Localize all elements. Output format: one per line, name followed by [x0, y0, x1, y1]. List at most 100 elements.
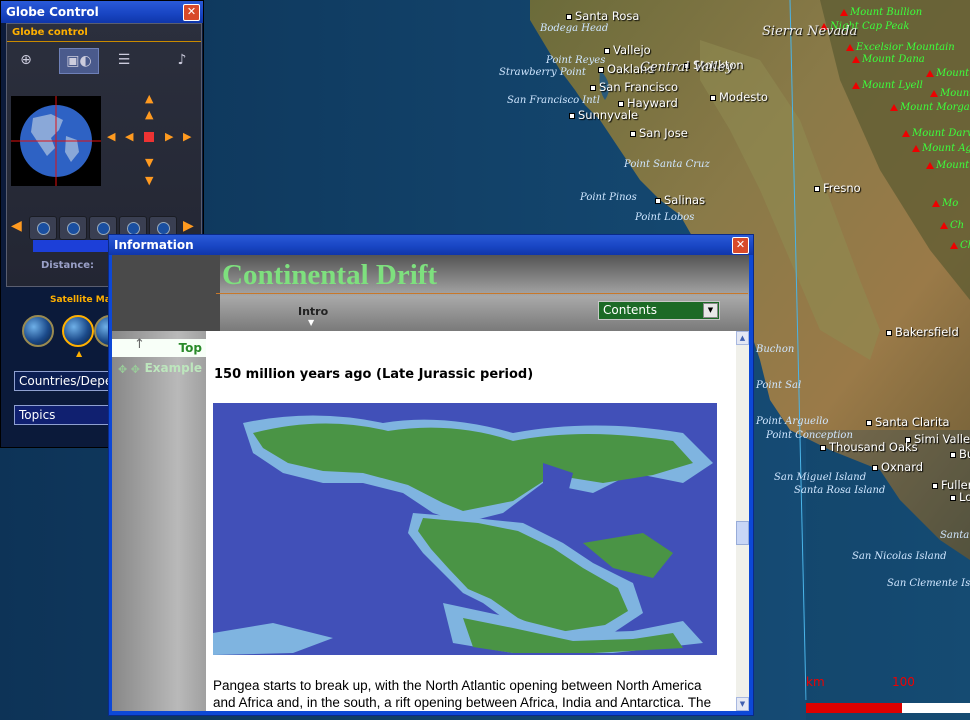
continental-drift-map	[213, 403, 717, 655]
mountain-label[interactable]: Mount Bullion	[840, 7, 922, 18]
feature-label[interactable]: Point Arguello	[756, 416, 828, 427]
sierra-label: Sierra Nevada	[762, 24, 858, 39]
city-marker-icon	[932, 482, 938, 489]
city-marker-icon	[655, 197, 661, 204]
mountain-label[interactable]: Mount Ag	[912, 143, 970, 154]
feature-label[interactable]: Point Lobos	[635, 212, 694, 223]
city-marker-icon	[814, 185, 820, 192]
city-label[interactable]: Santa Clarita	[866, 415, 950, 429]
feature-label[interactable]: Strawberry Point	[499, 67, 586, 78]
city-marker-icon	[872, 464, 878, 471]
nav-top[interactable]: ↑ Top	[112, 337, 206, 357]
down-arrow-small-icon[interactable]: ▼	[145, 156, 153, 169]
view-mode-icon[interactable]: ▣◐	[59, 48, 99, 74]
mountain-label[interactable]: Mount Darwin	[902, 128, 970, 139]
mountain-label[interactable]: Mount Morgan	[890, 102, 970, 113]
city-label[interactable]: Bakersfield	[886, 325, 959, 339]
down-arrow-icon[interactable]: ▼	[145, 174, 153, 187]
tab-intro[interactable]: Intro	[298, 305, 328, 318]
map-style-political-icon[interactable]	[22, 315, 54, 347]
up-arrow-small-icon[interactable]: ▲	[145, 108, 153, 121]
zoom-prev-icon[interactable]: ◀	[11, 218, 22, 234]
city-label[interactable]: San Jose	[630, 126, 688, 140]
example-icon: ✥ ✥	[118, 363, 140, 376]
music-icon[interactable]: ♪	[169, 48, 195, 72]
information-close-button[interactable]: ✕	[732, 237, 749, 254]
right-arrow-small-icon[interactable]: ▶	[165, 130, 173, 143]
city-marker-icon	[886, 329, 892, 336]
feature-label[interactable]: Point Sal	[756, 380, 801, 391]
city-label[interactable]: Modesto	[710, 90, 768, 104]
globe-close-button[interactable]: ✕	[183, 4, 200, 21]
feature-label[interactable]: Bodega Head	[540, 23, 608, 34]
section-heading: 150 million years ago (Late Jurassic per…	[214, 367, 534, 382]
feature-label[interactable]: Point Reyes	[546, 55, 605, 66]
city-label[interactable]: Bu	[950, 447, 970, 461]
contents-select[interactable]: Contents ▼	[598, 301, 720, 320]
city-label[interactable]: San Francisco	[590, 80, 678, 94]
left-arrow-icon[interactable]: ◀	[107, 130, 115, 143]
scroll-down-icon[interactable]: ▼	[736, 697, 749, 711]
city-marker-icon	[569, 112, 575, 119]
mountain-label[interactable]: Mount	[926, 68, 969, 79]
city-label[interactable]: Santa Rosa	[566, 9, 639, 23]
city-label[interactable]: Fresno	[814, 181, 861, 195]
city-marker-icon	[618, 100, 624, 107]
feature-label[interactable]: San Nicolas Island	[852, 551, 947, 562]
scroll-thumb[interactable]	[736, 521, 749, 545]
mountain-label[interactable]: Excelsior Mountain	[846, 42, 955, 53]
up-arrow-icon[interactable]: ▲	[145, 92, 153, 105]
mountain-label[interactable]: Mount	[926, 160, 969, 171]
feature-label[interactable]: Point Pinos	[580, 192, 637, 203]
feature-label[interactable]: San Clemente Isl	[887, 578, 970, 589]
right-arrow-icon[interactable]: ▶	[183, 130, 191, 143]
zoom-next-icon[interactable]: ▶	[183, 218, 194, 234]
mountain-label[interactable]: Mo	[932, 198, 958, 209]
rotate-globe-icon[interactable]: ⊕	[13, 48, 39, 72]
left-arrow-small-icon[interactable]: ◀	[125, 130, 133, 143]
feature-label[interactable]: Buchon	[756, 344, 794, 355]
list-icon[interactable]: ☰	[111, 48, 137, 72]
peak-marker-icon	[930, 90, 938, 97]
feature-label[interactable]: Santa	[940, 530, 969, 541]
feature-label[interactable]: Point Santa Cruz	[624, 159, 710, 170]
content-scrollbar[interactable]: ▲ ▼	[736, 331, 749, 711]
mountain-label[interactable]: Mount	[930, 88, 970, 99]
up-arrow-icon: ↑	[134, 337, 145, 352]
mountain-label[interactable]: Mount Lyell	[852, 80, 923, 91]
mountain-label[interactable]: Ch	[950, 240, 970, 251]
city-label[interactable]: Lo	[950, 490, 970, 504]
scroll-up-icon[interactable]: ▲	[736, 331, 749, 345]
zoom-level-2[interactable]	[59, 216, 87, 240]
dropdown-arrow-icon[interactable]: ▼	[703, 303, 718, 318]
feature-label[interactable]: Point Conception	[766, 430, 853, 441]
mountain-label[interactable]: Mount Dana	[852, 54, 925, 65]
feature-label[interactable]: San Miguel Island	[774, 472, 866, 483]
document-nav: ↑ Top ✥ ✥ Example	[112, 331, 206, 711]
information-titlebar[interactable]: Information ✕	[109, 235, 753, 255]
peak-marker-icon	[852, 56, 860, 63]
information-window[interactable]: Information ✕ Continental Drift Intro ▼ …	[108, 234, 754, 716]
city-marker-icon	[950, 451, 956, 458]
feature-label[interactable]: Santa Rosa Island	[794, 485, 885, 496]
city-label[interactable]: Sunnyvale	[569, 108, 638, 122]
scale-value-label: 100	[892, 675, 915, 689]
city-marker-icon	[950, 494, 956, 501]
document-content: 150 million years ago (Late Jurassic per…	[209, 331, 735, 711]
information-body: Continental Drift Intro ▼ Contents ▼ ↑ T…	[112, 255, 749, 711]
city-label[interactable]: Vallejo	[604, 43, 651, 57]
nav-example[interactable]: Example	[145, 361, 202, 375]
feature-label[interactable]: San Francisco Intl	[507, 95, 600, 106]
globe-control-titlebar[interactable]: Globe Control ✕	[1, 1, 203, 23]
city-label[interactable]: Oxnard	[872, 460, 923, 474]
globe-preview[interactable]	[11, 96, 101, 186]
scale-unit-label: km	[806, 675, 825, 689]
zoom-level-1[interactable]	[29, 216, 57, 240]
map-style-satellite-icon[interactable]	[62, 315, 94, 347]
city-label[interactable]: Salinas	[655, 193, 705, 207]
center-button[interactable]	[144, 132, 154, 142]
globe-image	[11, 96, 101, 186]
peak-marker-icon	[846, 44, 854, 51]
city-label[interactable]: Thousand Oaks	[820, 440, 918, 454]
mountain-label[interactable]: Ch	[940, 220, 964, 231]
